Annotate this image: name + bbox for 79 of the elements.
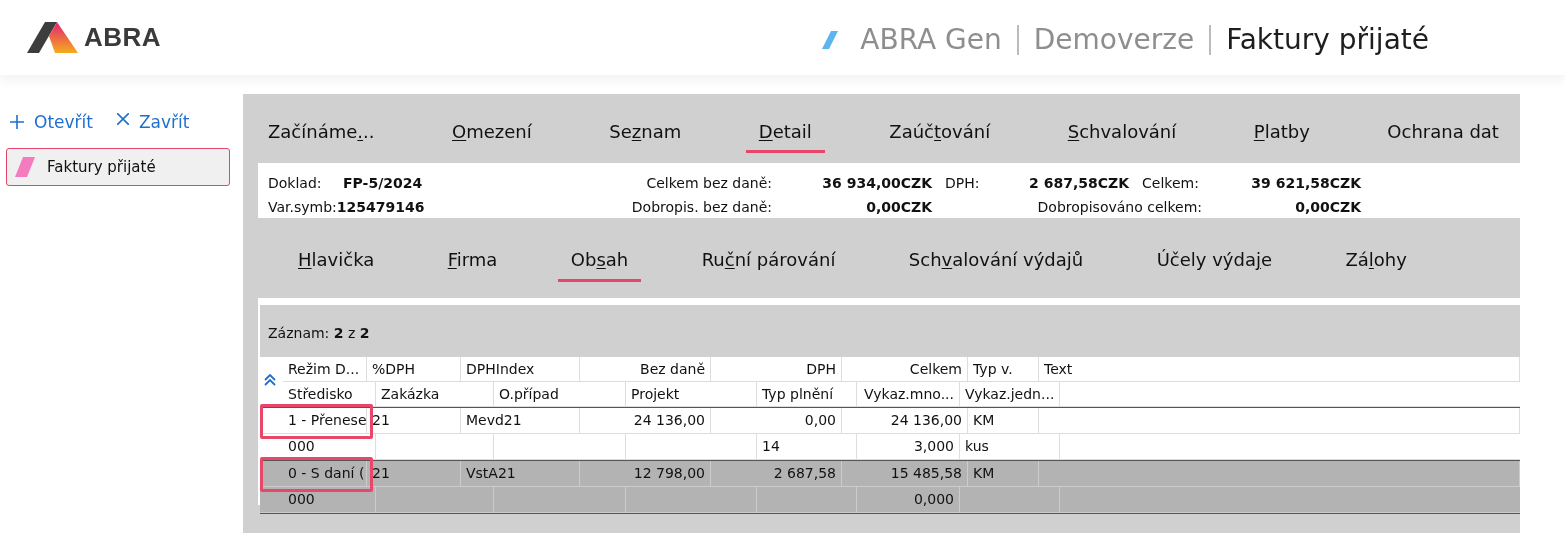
table-cell: 1 - Přenese — [283, 408, 367, 433]
table-cell: 0 - S daní ( — [283, 461, 367, 486]
table-cell: Mevd21 — [461, 408, 580, 433]
field-value: 2 687,58CZK — [1028, 175, 1129, 191]
table-cell: 3,000 — [857, 434, 960, 459]
table-cell: 0,00 — [711, 408, 842, 433]
table-cell: 0,000 — [857, 487, 960, 512]
breadcrumb-item: Demoverze — [1033, 23, 1195, 56]
field-value: 0,00CZK — [1294, 199, 1361, 215]
table-cell: 21 — [367, 408, 461, 433]
column-header[interactable]: DPHIndex — [461, 357, 580, 381]
plus-icon — [10, 115, 24, 129]
column-header[interactable]: Typ plnění — [757, 382, 857, 406]
column-header[interactable]: Celkem — [842, 357, 968, 381]
table-cell: 24 136,00 — [580, 408, 711, 433]
column-header[interactable]: Vykaz.jedn... — [960, 382, 1060, 406]
tab[interactable]: Detail — [745, 104, 825, 153]
table-cell: 2 687,58 — [711, 461, 842, 486]
column-header[interactable]: O.případ — [494, 382, 626, 406]
table-cell: VstA21 — [461, 461, 580, 486]
record-counter: Záznam: 2 z 2 — [268, 324, 370, 341]
field-value: 36 934,00CZK — [821, 175, 932, 191]
field-value: 39 621,58CZK — [1250, 175, 1361, 191]
field-label: Dobropis. bez daně: — [630, 199, 772, 215]
column-header[interactable]: Bez daně — [580, 357, 711, 381]
tab[interactable]: Schvalování — [1054, 104, 1190, 153]
table-cell: 15 485,58 — [842, 461, 968, 486]
tab[interactable]: Začínáme... — [255, 104, 388, 153]
tab[interactable]: Omezení — [439, 104, 545, 153]
table-cell: 000 — [283, 487, 376, 512]
table-cell: 21 — [367, 461, 461, 486]
field-label: DPH: — [944, 175, 981, 191]
column-header[interactable]: Středisko — [283, 382, 376, 406]
subtab[interactable]: Hlavička — [285, 234, 388, 282]
field-label: Dobropisováno celkem: — [1036, 199, 1203, 215]
table-cell: KM — [968, 461, 1039, 486]
subtab[interactable]: Firma — [434, 234, 511, 282]
field-label: Celkem bez daně: — [645, 175, 772, 191]
breadcrumb-item: Faktury přijaté — [1226, 23, 1429, 56]
column-header[interactable]: Zakázka — [376, 382, 494, 406]
tab[interactable]: Platby — [1240, 104, 1323, 153]
logo-icon — [27, 22, 78, 53]
field-label: Celkem: — [1141, 175, 1200, 191]
column-header[interactable]: Vykaz.mno... — [857, 382, 960, 406]
subtab[interactable]: Schvalování výdajů — [895, 234, 1097, 282]
field-label: Var.symb: — [268, 199, 337, 215]
open-button[interactable]: Otevřít — [10, 112, 93, 132]
collapse-icon[interactable] — [264, 374, 276, 386]
table-cell: 24 136,00 — [842, 408, 968, 433]
slash-icon — [822, 30, 839, 49]
tab[interactable]: Ochrana dat — [1374, 104, 1512, 153]
document-tab-label: Faktury přijaté — [47, 158, 156, 176]
logo-text: ABRA — [84, 22, 162, 53]
column-header[interactable]: Text — [1039, 357, 1520, 381]
subtab[interactable]: Ruční párování — [688, 234, 849, 282]
table-cell: kus — [960, 434, 1060, 459]
close-icon — [116, 113, 129, 125]
breadcrumb-item: ABRA Gen — [860, 23, 1002, 56]
table-cell: KM — [968, 408, 1039, 433]
column-header[interactable]: Projekt — [626, 382, 757, 406]
subtab[interactable]: Zálohy — [1332, 234, 1420, 282]
tab[interactable]: Seznam — [596, 104, 695, 153]
column-header[interactable]: DPH — [711, 357, 842, 381]
table-cell: 14 — [757, 434, 857, 459]
field-value: 125479146 — [336, 199, 425, 215]
document-tab[interactable]: Faktury přijaté — [6, 148, 230, 186]
field-label: Doklad: — [268, 175, 323, 191]
field-value: FP-5/2024 — [343, 175, 423, 191]
column-header[interactable]: Typ v. — [968, 357, 1039, 381]
column-header[interactable]: Režim D... — [283, 357, 367, 381]
close-button[interactable]: Zavřít — [116, 112, 190, 132]
subtab[interactable]: Obsah — [557, 234, 642, 282]
subtab[interactable]: Účely výdaje — [1143, 234, 1286, 282]
column-header[interactable]: %DPH — [367, 357, 461, 381]
field-value: 0,00CZK — [865, 199, 932, 215]
table-cell: 000 — [283, 434, 376, 459]
table-cell: 12 798,00 — [580, 461, 711, 486]
slash-icon — [15, 157, 35, 177]
tab[interactable]: Zaúčtování — [876, 104, 1004, 153]
